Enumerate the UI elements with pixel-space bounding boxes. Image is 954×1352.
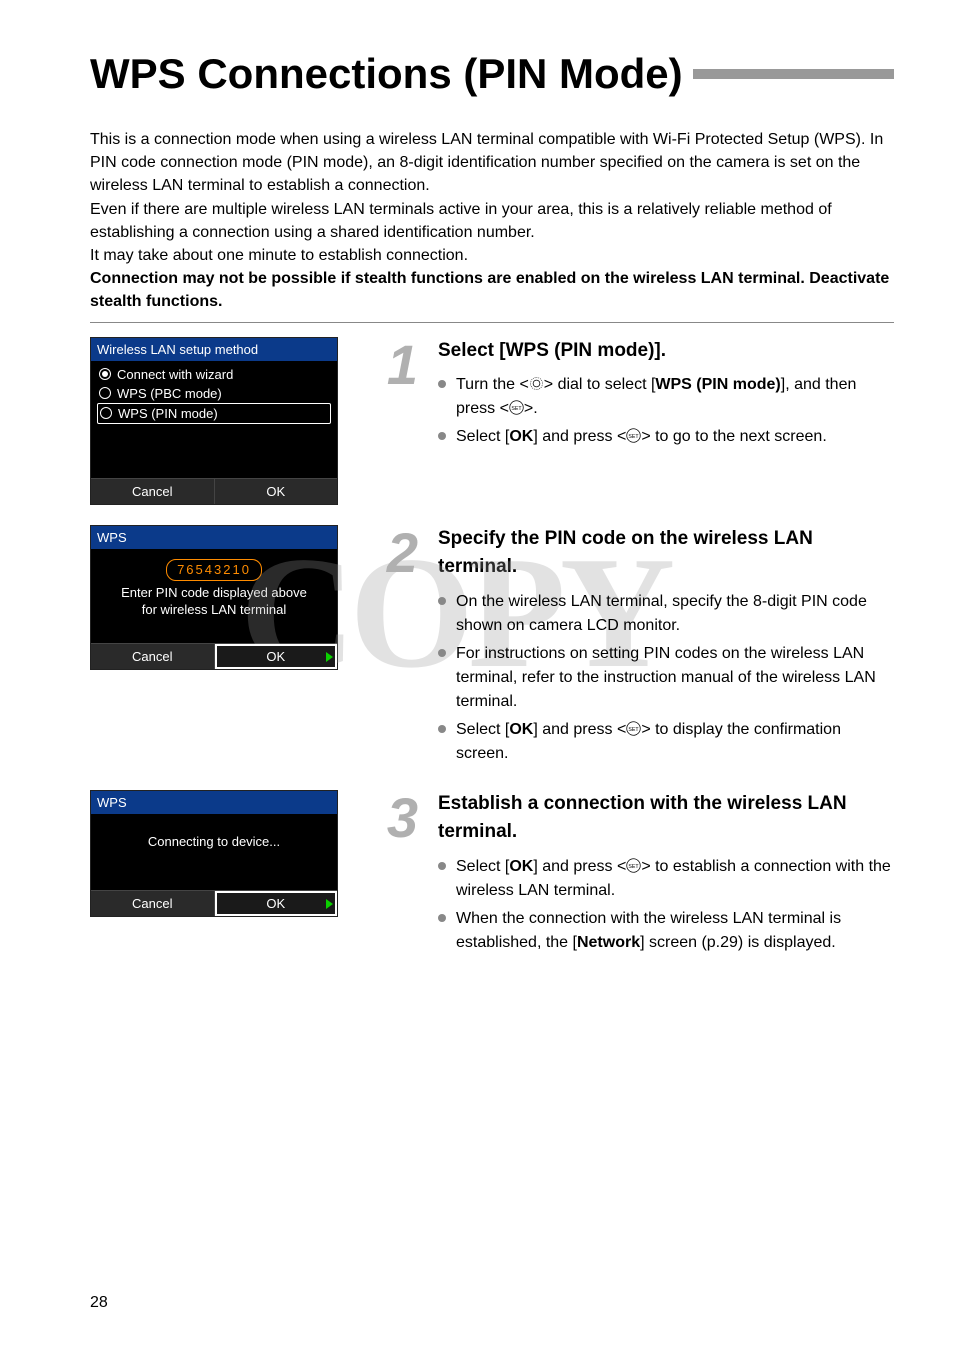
step-number-col: 3 (358, 790, 418, 835)
step-1-bullet-1: Turn the <> dial to select [WPS (PIN mod… (438, 373, 894, 421)
lcd3-title: WPS (91, 791, 337, 814)
set-icon: SET (626, 721, 641, 736)
set-icon: SET (626, 428, 641, 443)
step-number-1: 1 (358, 343, 418, 388)
lcd-screenshot-3: WPS Connecting to device... Cancel OK (90, 790, 338, 918)
lcd3-message: Connecting to device... (91, 834, 337, 851)
step-3-text: Establish a connection with the wireless… (438, 790, 894, 959)
set-icon: SET (626, 858, 641, 873)
radio-empty-icon (100, 407, 112, 419)
step-3-bullet-1: Select [OK] and press <SET> to establish… (438, 855, 894, 903)
radio-filled-icon (99, 368, 111, 380)
step-1-text: Select [WPS (PIN mode)]. Turn the <> dia… (438, 337, 894, 454)
step-3-row: WPS Connecting to device... Cancel OK 3 (90, 790, 894, 959)
step-1-row: Wireless LAN setup method Connect with w… (90, 337, 894, 505)
lcd1-ok-button: OK (215, 479, 338, 504)
lcd2-ok-button: OK (215, 644, 338, 669)
lcd2-title: WPS (91, 526, 337, 549)
intro-block: This is a connection mode when using a w… (90, 128, 894, 314)
title-decor-bar (693, 69, 894, 79)
svg-text:SET: SET (629, 434, 640, 440)
lcd1-cancel-button: Cancel (91, 479, 215, 504)
step-1-bullet-2: Select [OK] and press <SET> to go to the… (438, 425, 894, 449)
page-title-row: WPS Connections (PIN Mode) (90, 50, 894, 98)
step-number-col: 1 (358, 337, 418, 382)
lcd3-cancel-button: Cancel (91, 891, 215, 916)
svg-text:SET: SET (511, 406, 522, 412)
lcd3-ok-button: OK (215, 891, 338, 916)
lcd2-pin-code: 76543210 (166, 559, 262, 582)
step-2-row: WPS 76543210 Enter PIN code displayed ab… (90, 525, 894, 770)
lcd2-line1: Enter PIN code displayed above (91, 585, 337, 602)
set-icon: SET (509, 400, 524, 415)
step-2-text: Specify the PIN code on the wireless LAN… (438, 525, 894, 770)
lcd2-cancel-button: Cancel (91, 644, 215, 669)
lcd1-opt-pbc: WPS (PBC mode) (97, 384, 331, 403)
play-arrow-icon (326, 652, 333, 662)
lcd-screenshot-2: WPS 76543210 Enter PIN code displayed ab… (90, 525, 338, 671)
step-number-col: 2 (358, 525, 418, 570)
step-2-bullet-3: Select [OK] and press <SET> to display t… (438, 718, 894, 766)
intro-p2: Even if there are multiple wireless LAN … (90, 198, 894, 244)
page-title: WPS Connections (PIN Mode) (90, 50, 683, 98)
step-3-bullet-2: When the connection with the wireless LA… (438, 907, 894, 955)
dial-icon (529, 376, 544, 391)
lcd1-title: Wireless LAN setup method (91, 338, 337, 361)
step-3-heading: Establish a connection with the wireless… (438, 790, 894, 847)
step-1-heading: Select [WPS (PIN mode)]. (438, 337, 894, 366)
radio-empty-icon (99, 387, 111, 399)
step-2-heading: Specify the PIN code on the wireless LAN… (438, 525, 894, 582)
lcd2-line2: for wireless LAN terminal (91, 602, 337, 619)
step-2-bullet-2: For instructions on setting PIN codes on… (438, 642, 894, 714)
svg-text:SET: SET (629, 727, 640, 733)
step-2-bullet-1: On the wireless LAN terminal, specify th… (438, 590, 894, 638)
divider (90, 322, 894, 323)
step-number-3: 3 (358, 796, 418, 841)
svg-text:SET: SET (629, 864, 640, 870)
lcd1-opt-wizard: Connect with wizard (97, 365, 331, 384)
intro-p1: This is a connection mode when using a w… (90, 128, 894, 198)
play-arrow-icon (326, 899, 333, 909)
lcd1-opt-pin: WPS (PIN mode) (97, 403, 331, 424)
intro-p3: It may take about one minute to establis… (90, 244, 894, 267)
page-number: 28 (90, 1294, 108, 1312)
step-number-2: 2 (358, 531, 418, 576)
intro-warning: Connection may not be possible if stealt… (90, 267, 894, 313)
lcd-screenshot-1: Wireless LAN setup method Connect with w… (90, 337, 338, 505)
